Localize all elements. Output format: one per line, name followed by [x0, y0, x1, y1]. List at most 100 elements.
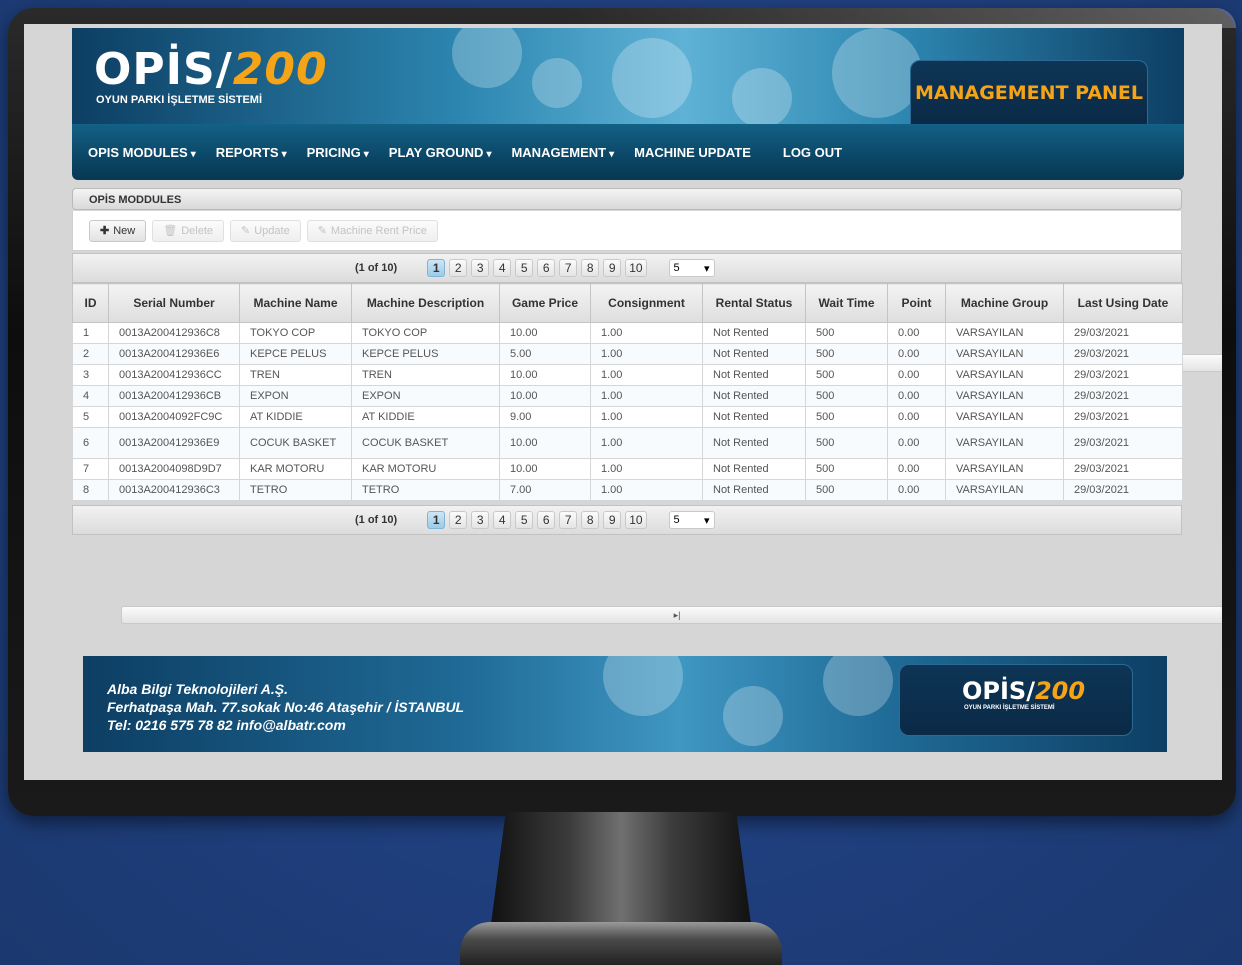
cell-serial-number: 0013A200412936CB: [108, 385, 240, 407]
cell-rental-status: Not Rented: [702, 406, 806, 428]
page-5-button[interactable]: 5: [515, 511, 534, 529]
nav-opis-modules[interactable]: OPIS MODULES ▾: [88, 145, 196, 160]
rows-per-page-select[interactable]: 5 ▾: [668, 259, 715, 277]
table-row[interactable]: 4 0013A200412936CB EXPON EXPON 10.00 1.00 Not …: [72, 385, 1183, 407]
paginator-top: (1 of 10) |◂ ◂◂ 1 2 3 4 5 6 7 8 9 10 ▸▸ …: [72, 253, 1222, 372]
footer-banner: Alba Bilgi Teknolojileri A.Ş. Ferhatpaşa…: [83, 656, 1167, 752]
col-header-id[interactable]: ID: [72, 283, 109, 323]
cell-game-price: 10.00: [499, 427, 591, 459]
panel-title: OPİS MODDULES: [72, 188, 1182, 210]
cell-machine-description: KEPCE PELUS: [351, 343, 500, 365]
page-10-button[interactable]: 10: [625, 259, 647, 277]
cell-wait-time: 500: [805, 427, 888, 459]
cell-serial-number: 0013A200412936C3: [108, 479, 240, 501]
cell-text: COCUK BASKET: [250, 436, 337, 449]
col-header-machine-description[interactable]: Machine Description: [351, 283, 500, 323]
page-7-button[interactable]: 7: [559, 259, 578, 277]
cell-point: 0.00: [887, 458, 946, 480]
company-contact: Tel: 0216 575 78 82 info@albatr.com: [107, 717, 346, 733]
page-1-button[interactable]: 1: [427, 259, 446, 277]
page-6-button[interactable]: 6: [537, 511, 556, 529]
nav-machine-update[interactable]: MACHINE UPDATE: [634, 145, 751, 160]
page-3-button[interactable]: 3: [471, 259, 490, 277]
footer-logo-subtitle: OYUN PARKI İŞLETME SİSTEMİ: [964, 705, 1055, 711]
col-header-serial-number[interactable]: Serial Number: [108, 283, 240, 323]
table-row[interactable]: 3 0013A200412936CC TREN TREN 10.00 1.00 Not Re…: [72, 364, 1183, 386]
table-row[interactable]: 7 0013A2004098D9D7 KAR MOTORU KAR MOTORU 10.…: [72, 458, 1183, 480]
nav-log-out[interactable]: LOG OUT: [783, 145, 842, 160]
page-4-button[interactable]: 4: [493, 511, 512, 529]
page-2-button[interactable]: 2: [449, 259, 468, 277]
company-address: Ferhatpaşa Mah. 77.sokak No:46 Ataşehir …: [107, 699, 465, 715]
table-row[interactable]: 8 0013A200412936C3 TETRO TETRO 7.00 1.00 Not R…: [72, 479, 1183, 501]
nav-management[interactable]: MANAGEMENT ▾: [511, 145, 614, 160]
col-header-point[interactable]: Point: [887, 283, 946, 323]
col-header-game-price[interactable]: Game Price: [499, 283, 591, 323]
page-9-button[interactable]: 9: [603, 259, 622, 277]
delete-button[interactable]: 🗑 Delete: [152, 219, 224, 242]
col-header-consignment[interactable]: Consignment: [590, 283, 703, 323]
col-header-rental-status[interactable]: Rental Status: [702, 283, 806, 323]
page-5-button[interactable]: 5: [515, 259, 534, 277]
cell-rental-status: Not Rented: [702, 458, 806, 480]
cell-serial-number: 0013A2004098D9D7: [108, 458, 240, 480]
chevron-down-icon: ▾: [363, 148, 369, 160]
bokeh-bubble: [732, 68, 792, 124]
table-row[interactable]: 1 0013A2004129​36C8 TOKYO COP TOKYO COP 10.0…: [72, 322, 1183, 344]
cell-game-price: 9.00: [499, 406, 591, 428]
table-row[interactable]: 2 0013A200412936E6 KEPCE PELUS KEPCE PELUS 5…: [72, 343, 1183, 365]
screen: OPİS/200 OYUN PARKI İŞLETME SİSTEMİ MANA…: [24, 24, 1222, 780]
page-7-button[interactable]: 7: [559, 511, 578, 529]
cell-machine-name: AT KIDDIE: [239, 406, 352, 428]
page-3-button[interactable]: 3: [471, 511, 490, 529]
col-header-wait-time[interactable]: Wait Time: [805, 283, 888, 323]
page-8-button[interactable]: 8: [581, 511, 600, 529]
cell-consignment: 1.00: [590, 322, 703, 344]
cell-wait-time: 500: [805, 364, 888, 386]
cell-id: 5: [72, 406, 109, 428]
table-row[interactable]: 6 0013A200412936E9 COCUK BASKET COCUK BASKE…: [72, 427, 1183, 459]
plus-icon: ✚: [100, 225, 110, 237]
col-header-machine-group[interactable]: Machine Group: [945, 283, 1064, 323]
col-header-last-using-date[interactable]: Last Using Date: [1063, 283, 1183, 323]
page-4-button[interactable]: 4: [493, 259, 512, 277]
pencil-icon: ✎: [241, 225, 251, 237]
cell-point: 0.00: [887, 322, 946, 344]
nav-play-ground[interactable]: PLAY GROUND ▾: [389, 145, 492, 160]
nav-reports[interactable]: REPORTS ▾: [216, 145, 287, 160]
cell-wait-time: 500: [805, 322, 888, 344]
cell-consignment: 1.00: [590, 427, 703, 459]
machine-rent-price-button[interactable]: ✎ Machine Rent Price: [306, 219, 438, 242]
page-1-button[interactable]: 1: [427, 511, 446, 529]
cell-game-price: 10.00: [499, 364, 591, 386]
rows-per-page-select[interactable]: 5 ▾: [668, 511, 715, 529]
table-row[interactable]: 5 0013A2004092FC9C AT KIDDIE AT KIDDIE 9.00 1…: [72, 406, 1183, 428]
page-9-button[interactable]: 9: [603, 511, 622, 529]
toolbar: ✚ New 🗑 Delete ✎ Update ✎ Machine Rent Price: [72, 211, 1182, 251]
cell-id: 8: [72, 479, 109, 501]
page-10-button[interactable]: 10: [625, 511, 647, 529]
cell-machine-name: TETRO: [239, 479, 352, 501]
nav-pricing[interactable]: PRICING ▾: [307, 145, 369, 160]
update-button[interactable]: ✎ Update: [230, 219, 301, 242]
bokeh-bubble: [723, 686, 783, 746]
page-6-button[interactable]: 6: [537, 259, 556, 277]
cell-wait-time: 500: [805, 479, 888, 501]
cell-machine-name: KEPCE PELUS: [239, 343, 352, 365]
page-8-button[interactable]: 8: [581, 259, 600, 277]
cell-serial-number: 0013A200412936E6: [108, 343, 240, 365]
cell-game-price: 10.00: [499, 322, 591, 344]
cell-machine-group: VARSAYILAN: [945, 406, 1064, 428]
bokeh-bubble: [603, 656, 683, 716]
cell-machine-description: COCUK BASKET: [351, 427, 500, 459]
page-count: (1 of 10): [355, 262, 398, 274]
page-2-button[interactable]: 2: [449, 511, 468, 529]
last-page-button[interactable]: ▸|: [121, 606, 1222, 624]
cell-wait-time: 500: [805, 458, 888, 480]
new-button[interactable]: ✚ New: [89, 219, 147, 242]
col-header-machine-name[interactable]: Machine Name: [239, 283, 352, 323]
bokeh-bubble: [832, 28, 922, 118]
cell-id: 2: [72, 343, 109, 365]
cell-id: 1: [72, 322, 109, 344]
cell-machine-description: AT KIDDIE: [351, 406, 500, 428]
